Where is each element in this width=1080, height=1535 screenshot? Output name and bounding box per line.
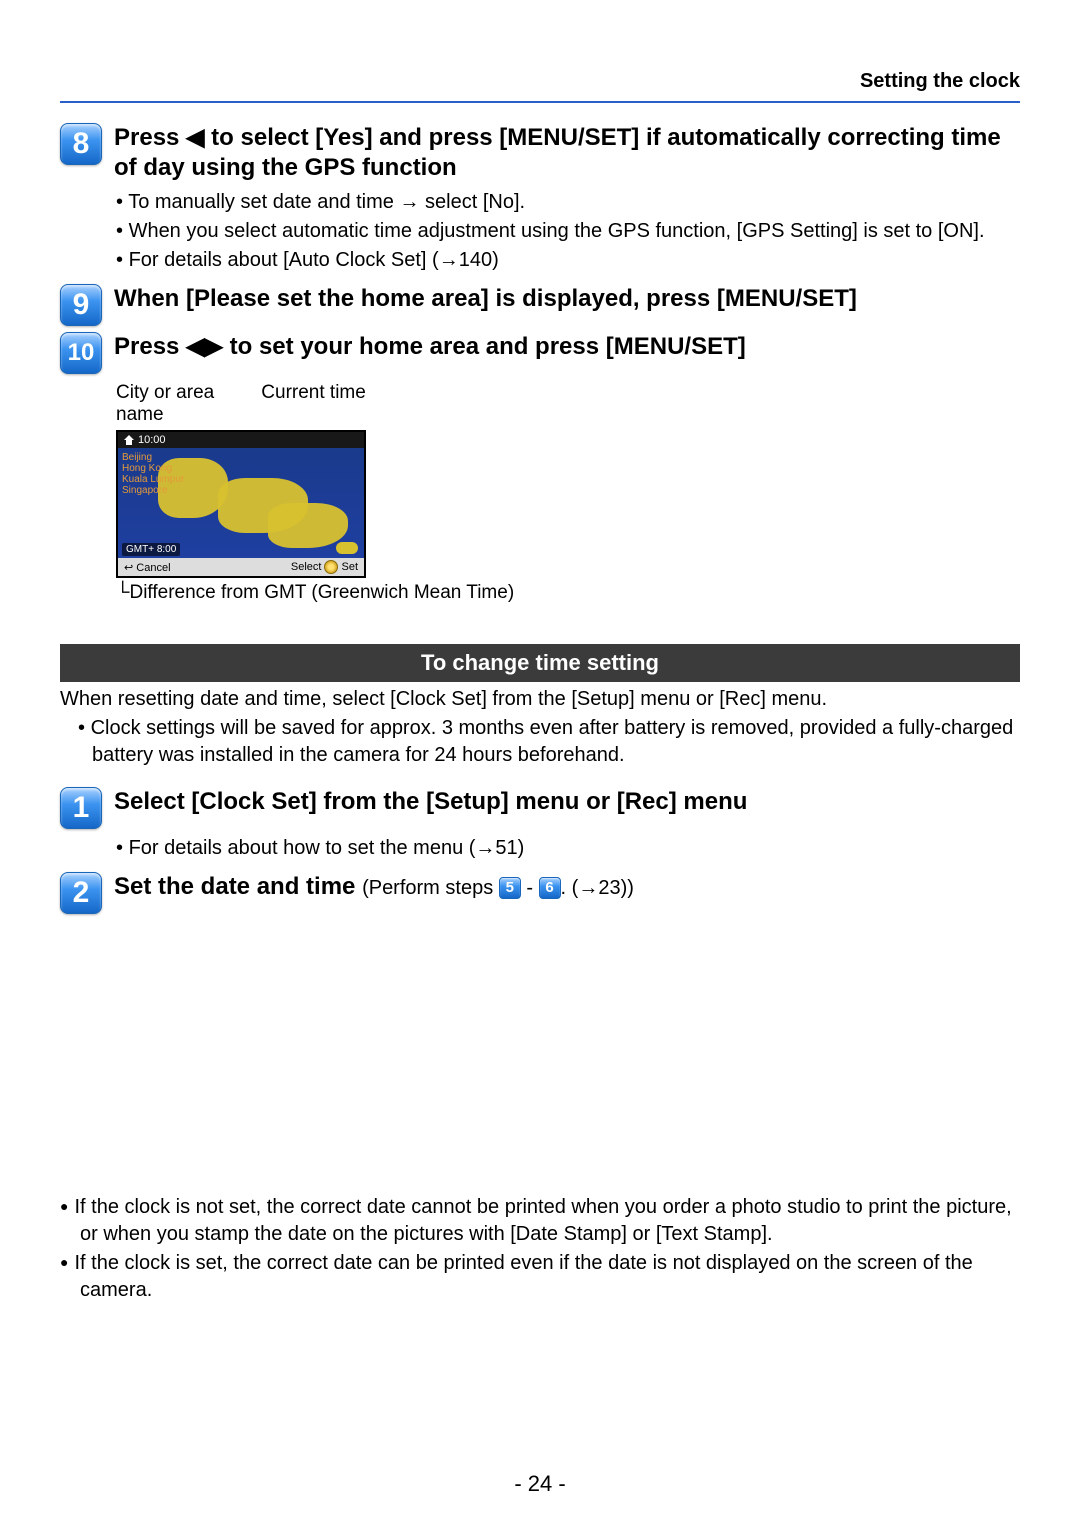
step-10-heading: Press ◀▶ to set your home area and press… xyxy=(114,332,1020,362)
step-2-heading-c: . (→23)) xyxy=(561,877,634,899)
step-number-badge: 10 xyxy=(60,332,102,374)
home-icon xyxy=(124,435,134,445)
step-2: 2 Set the date and time (Perform steps 5… xyxy=(60,872,1020,914)
dst-icon xyxy=(336,542,358,554)
step-1-bullet: For details about how to set the menu (→… xyxy=(116,835,1020,862)
step-8-bullets: To manually set date and time → select [… xyxy=(116,189,1020,274)
section-bullet: Clock settings will be saved for approx.… xyxy=(78,715,1020,769)
city: Hong Kong xyxy=(122,463,184,474)
gmt-footnote: └Difference from GMT (Greenwich Mean Tim… xyxy=(116,582,1020,604)
step-number-badge: 8 xyxy=(60,123,102,165)
step-8: 8 Press ◀ to select [Yes] and press [MEN… xyxy=(60,123,1020,183)
gmt-footnote-text: Difference from GMT (Greenwich Mean Time… xyxy=(129,582,514,603)
note: If the clock is not set, the correct dat… xyxy=(60,1194,1020,1248)
bullet: To manually set date and time → select [… xyxy=(116,189,1020,216)
page-number: - 24 - xyxy=(0,1471,1080,1497)
ref-step-5-icon: 5 xyxy=(499,877,521,899)
dpad-icon xyxy=(324,560,338,574)
lcd-set: Set xyxy=(341,561,358,573)
step-2-heading-b: (Perform steps xyxy=(362,877,499,899)
section-intro: When resetting date and time, select [Cl… xyxy=(60,686,1020,713)
step-8-heading: Press ◀ to select [Yes] and press [MENU/… xyxy=(114,123,1020,183)
step-9-heading: When [Please set the home area] is displ… xyxy=(114,284,1020,314)
step-1: 1 Select [Clock Set] from the [Setup] me… xyxy=(60,787,1020,829)
step-number-badge: 1 xyxy=(60,787,102,829)
label-city: City or area name xyxy=(116,382,256,426)
step-2-heading: Set the date and time (Perform steps 5 -… xyxy=(114,872,1020,902)
city: Singapore xyxy=(122,485,184,496)
step-2-dash: - xyxy=(521,877,539,899)
header-title: Setting the clock xyxy=(60,70,1020,93)
lcd-city-list: Beijing Hong Kong Kuala Lumpur Singapore xyxy=(122,452,184,496)
lcd-clock: 10:00 xyxy=(138,434,166,446)
lcd-bottom-bar: Cancel Select Set xyxy=(118,558,364,576)
label-current-time: Current time xyxy=(261,382,366,404)
section-heading: To change time setting xyxy=(60,644,1020,682)
lcd-cancel: Cancel xyxy=(124,561,171,574)
lcd-select: Select xyxy=(291,561,322,573)
lcd-top-bar: 10:00 xyxy=(118,432,364,448)
lcd-labels: City or area name Current time xyxy=(116,382,1020,426)
footer-notes: If the clock is not set, the correct dat… xyxy=(60,1194,1020,1304)
step-9: 9 When [Please set the home area] is dis… xyxy=(60,284,1020,326)
header-rule xyxy=(60,101,1020,103)
step-number-badge: 2 xyxy=(60,872,102,914)
lcd-preview: 10:00 Beijing Hong Kong Kuala Lumpur Sin… xyxy=(116,430,366,578)
ref-step-6-icon: 6 xyxy=(539,877,561,899)
step-2-heading-a: Set the date and time xyxy=(114,873,362,900)
bullet: When you select automatic time adjustmen… xyxy=(116,218,1020,245)
step-number-badge: 9 xyxy=(60,284,102,326)
step-10: 10 Press ◀▶ to set your home area and pr… xyxy=(60,332,1020,374)
bullet: For details about [Auto Clock Set] (→140… xyxy=(116,247,1020,274)
lcd-gmt: GMT+ 8:00 xyxy=(122,543,180,556)
lcd-map: Beijing Hong Kong Kuala Lumpur Singapore… xyxy=(118,448,364,558)
note: If the clock is set, the correct date ca… xyxy=(60,1250,1020,1304)
city: Beijing xyxy=(122,452,184,463)
city: Kuala Lumpur xyxy=(122,474,184,485)
step-1-heading: Select [Clock Set] from the [Setup] menu… xyxy=(114,787,1020,817)
